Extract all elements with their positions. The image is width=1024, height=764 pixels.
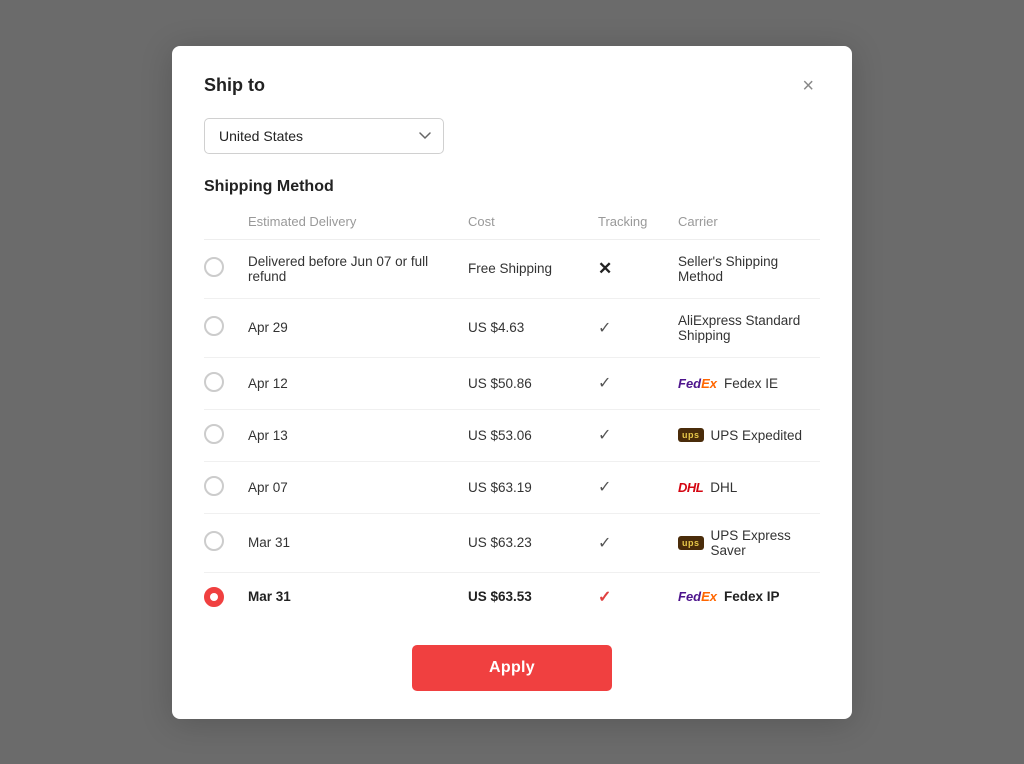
tracking-cell: ✓	[590, 572, 670, 621]
shipping-table: Estimated Delivery Cost Tracking Carrier…	[204, 208, 820, 621]
radio-button[interactable]	[204, 424, 224, 444]
country-select[interactable]: United States Canada United Kingdom Aust…	[204, 118, 444, 154]
radio-cell	[204, 239, 240, 298]
ups-logo-icon: ups	[678, 428, 704, 442]
radio-cell	[204, 357, 240, 409]
table-row[interactable]: Mar 31US $63.53 ✓ FedEx Fedex IP	[204, 572, 820, 621]
radio-cell	[204, 461, 240, 513]
shipping-modal: Ship to × United States Canada United Ki…	[172, 46, 852, 719]
carrier-cell: FedEx Fedex IP	[670, 572, 820, 621]
modal-header: Ship to ×	[204, 74, 820, 98]
tracking-cell: ✓	[590, 357, 670, 409]
cost-cell: US $63.23	[460, 513, 590, 572]
radio-button[interactable]	[204, 587, 224, 607]
carrier-cell: DHL DHL	[670, 461, 820, 513]
table-row[interactable]: Apr 29US $4.63 ✓ AliExpress Standard Shipp…	[204, 298, 820, 357]
tracking-cell: ✓	[590, 298, 670, 357]
tracking-x-icon: ✕	[598, 259, 612, 278]
tracking-cell: ✕	[590, 239, 670, 298]
delivery-cell: Apr 07	[240, 461, 460, 513]
fedex-logo-icon: FedEx	[678, 376, 717, 391]
col-header-tracking: Tracking	[590, 208, 670, 240]
delivery-cell: Mar 31	[240, 572, 460, 621]
carrier-cell: FedEx Fedex IE	[670, 357, 820, 409]
carrier-cell: AliExpress Standard Shipping	[670, 298, 820, 357]
table-row[interactable]: Apr 13US $53.06 ✓ ups UPS Expedited	[204, 409, 820, 461]
cost-cell: Free Shipping	[460, 239, 590, 298]
radio-cell	[204, 409, 240, 461]
carrier-name: DHL	[710, 480, 737, 495]
carrier-name: AliExpress Standard Shipping	[678, 313, 812, 343]
radio-cell	[204, 572, 240, 621]
cost-cell: US $63.53	[460, 572, 590, 621]
carrier-name: UPS Express Saver	[711, 528, 812, 558]
radio-button[interactable]	[204, 531, 224, 551]
ups-logo-icon: ups	[678, 536, 704, 550]
shipping-method-title: Shipping Method	[204, 178, 820, 196]
table-row[interactable]: Delivered before Jun 07 or full refundFr…	[204, 239, 820, 298]
tracking-cell: ✓	[590, 461, 670, 513]
col-header-cost: Cost	[460, 208, 590, 240]
tracking-check-icon: ✓	[598, 375, 611, 392]
dhl-logo-icon: DHL	[678, 480, 703, 495]
table-row[interactable]: Mar 31US $63.23 ✓ ups UPS Express Saver	[204, 513, 820, 572]
carrier-name: Seller's Shipping Method	[678, 254, 812, 284]
apply-section: Apply	[204, 645, 820, 691]
tracking-check-icon: ✓	[598, 535, 611, 552]
table-row[interactable]: Apr 07US $63.19 ✓ DHL DHL	[204, 461, 820, 513]
carrier-name: Fedex IP	[724, 589, 780, 604]
carrier-cell: Seller's Shipping Method	[670, 239, 820, 298]
delivery-cell: Apr 29	[240, 298, 460, 357]
col-header-delivery: Estimated Delivery	[240, 208, 460, 240]
radio-cell	[204, 298, 240, 357]
delivery-cell: Apr 12	[240, 357, 460, 409]
cost-cell: US $53.06	[460, 409, 590, 461]
carrier-name: Fedex IE	[724, 376, 778, 391]
radio-button[interactable]	[204, 257, 224, 277]
country-select-wrapper: United States Canada United Kingdom Aust…	[204, 118, 820, 154]
apply-button[interactable]: Apply	[412, 645, 612, 691]
col-header-carrier: Carrier	[670, 208, 820, 240]
cost-cell: US $63.19	[460, 461, 590, 513]
table-row[interactable]: Apr 12US $50.86 ✓ FedEx Fedex IE	[204, 357, 820, 409]
delivery-cell: Mar 31	[240, 513, 460, 572]
radio-button[interactable]	[204, 316, 224, 336]
tracking-cell: ✓	[590, 513, 670, 572]
delivery-cell: Delivered before Jun 07 or full refund	[240, 239, 460, 298]
tracking-check-icon: ✓	[598, 320, 611, 337]
radio-button[interactable]	[204, 372, 224, 392]
tracking-check-icon: ✓	[598, 479, 611, 496]
cost-cell: US $4.63	[460, 298, 590, 357]
fedex-logo-icon: FedEx	[678, 589, 717, 604]
carrier-cell: ups UPS Expedited	[670, 409, 820, 461]
tracking-check-icon: ✓	[598, 589, 611, 606]
radio-button[interactable]	[204, 476, 224, 496]
delivery-cell: Apr 13	[240, 409, 460, 461]
carrier-name: UPS Expedited	[711, 428, 803, 443]
tracking-cell: ✓	[590, 409, 670, 461]
cost-cell: US $50.86	[460, 357, 590, 409]
carrier-cell: ups UPS Express Saver	[670, 513, 820, 572]
tracking-check-icon: ✓	[598, 427, 611, 444]
radio-cell	[204, 513, 240, 572]
close-button[interactable]: ×	[796, 74, 820, 98]
modal-title: Ship to	[204, 75, 265, 96]
col-header-radio	[204, 208, 240, 240]
